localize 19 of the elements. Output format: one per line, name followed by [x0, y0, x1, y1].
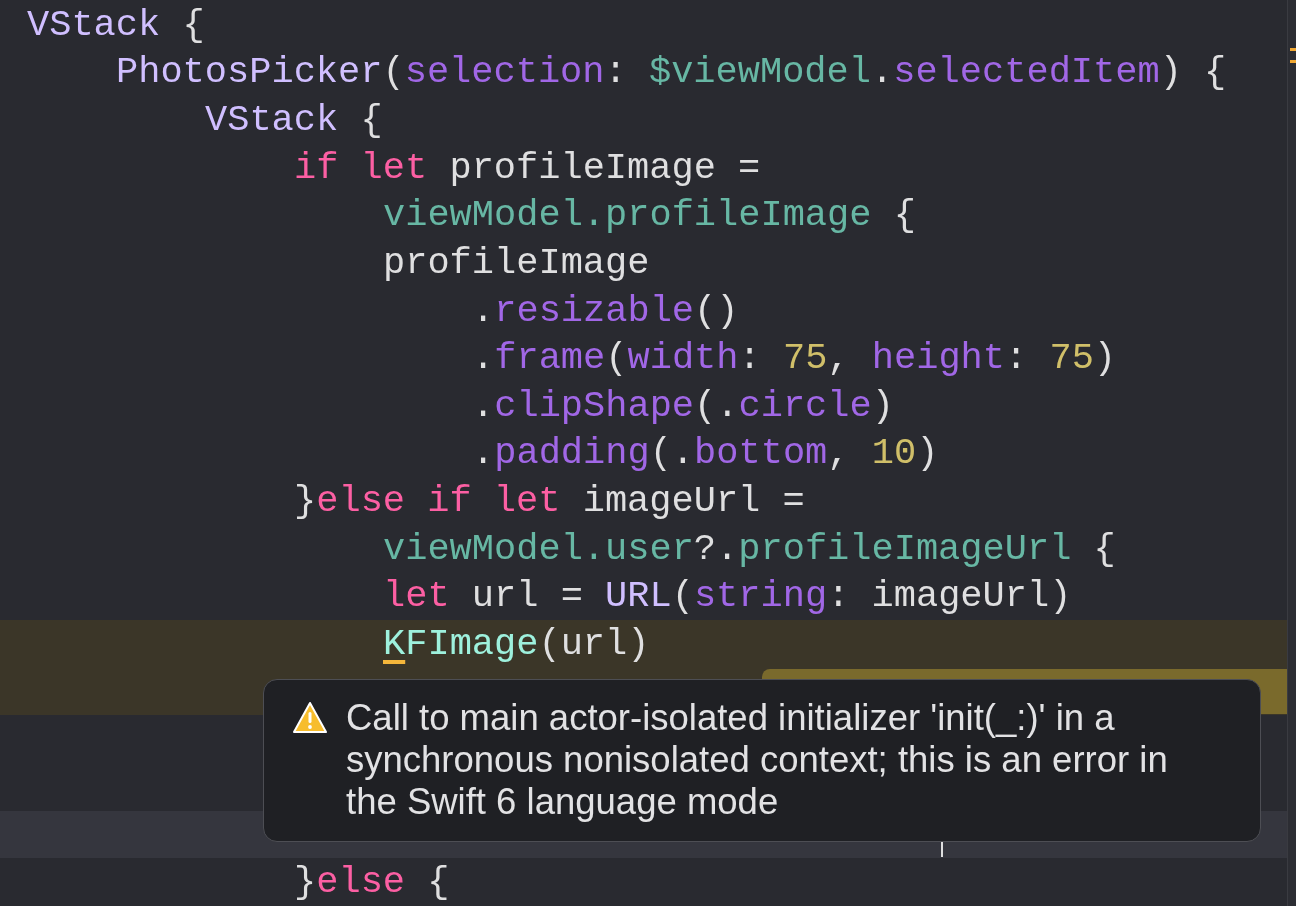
code-line: .frame(width: 75, height: 75)	[472, 336, 1117, 381]
code-line: VStack {	[27, 2, 205, 47]
code-line: let url = URL(string: imageUrl)	[383, 574, 1072, 619]
code-line: profileImage	[383, 240, 650, 285]
issue-marker	[1290, 48, 1296, 51]
warning-icon	[292, 701, 328, 734]
code-line: viewModel.profileImage {	[383, 193, 916, 238]
code-line: viewModel.user?.profileImageUrl {	[383, 526, 1116, 571]
code-line: KFImage(url)	[383, 621, 650, 666]
code-line: }else if let imageUrl =	[294, 479, 805, 524]
code-line: .resizable()	[472, 288, 739, 333]
issue-marker	[1290, 60, 1296, 63]
code-line: VStack {	[205, 98, 383, 143]
code-line: .padding(.bottom, 10)	[472, 431, 939, 476]
code-line: .clipShape(.circle)	[472, 383, 894, 428]
code-line: PhotosPicker(selection: $viewModel.selectedItem) {	[116, 50, 1227, 95]
code-line: }else {	[294, 860, 450, 905]
code-line: if let profileImage =	[294, 145, 761, 190]
issue-message: Call to main actor-isolated initializer 'init(_:)' in a synchronous nonisolated context; this is an error in the Swift 6 language mode	[346, 697, 1169, 823]
